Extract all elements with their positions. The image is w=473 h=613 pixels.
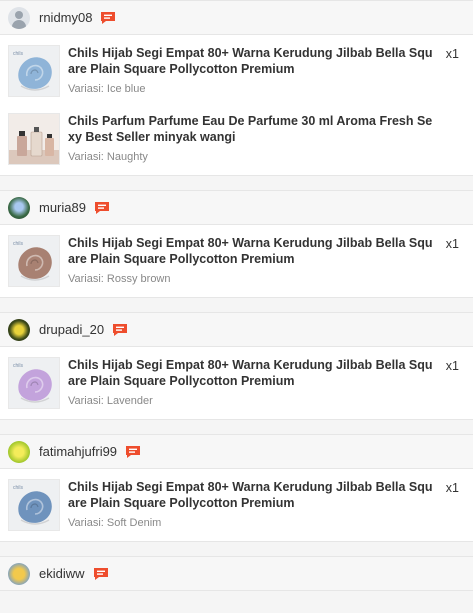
order-card: rnidmy08 chils Chils Hijab Segi Empat 80+ … [0,0,473,176]
order-item[interactable]: chils Chils Hijab Segi Empat 80+ Warna Ke… [0,469,473,541]
order-header: muria89 [0,190,473,225]
order-list: rnidmy08 chils Chils Hijab Segi Empat 80+ … [0,0,473,591]
order-items: chils Chils Hijab Segi Empat 80+ Warna Ke… [0,347,473,420]
product-variant: Variasi: Soft Denim [68,517,162,529]
chat-icon[interactable] [100,11,116,25]
order-card: drupadi_20chils Chils Hijab Segi Empat 80… [0,312,473,420]
avatar-icon[interactable] [8,196,30,219]
product-quantity: x1 [445,237,459,251]
chat-icon[interactable] [94,201,110,215]
product-variant: Variasi: Ice blue [68,83,146,95]
chat-icon[interactable] [125,445,141,459]
order-header: rnidmy08 [0,0,473,35]
order-items: chils Chils Hijab Segi Empat 80+ Warna Ke… [0,35,473,176]
order-item[interactable]: chils Chils Hijab Segi Empat 80+ Warna Ke… [0,347,473,419]
product-quantity: x1 [445,481,459,495]
product-thumbnail[interactable]: chils [8,45,60,97]
product-info: Chils Hijab Segi Empat 80+ Warna Kerudun… [68,45,465,97]
order-item[interactable]: chils Chils Hijab Segi Empat 80+ Warna Ke… [0,225,473,297]
buyer-username[interactable]: fatimahjufri99 [39,444,117,459]
product-quantity: x1 [445,47,459,61]
product-thumbnail[interactable]: chils [8,235,60,287]
buyer-username[interactable]: rnidmy08 [39,10,92,25]
product-title[interactable]: Chils Hijab Segi Empat 80+ Warna Kerudun… [68,479,435,511]
product-thumbnail[interactable]: chils [8,479,60,531]
order-card: muria89 chils Chils Hijab Segi Empat 80+ W… [0,190,473,298]
product-thumbnail[interactable] [8,113,60,165]
avatar-icon[interactable] [8,318,30,341]
product-title[interactable]: Chils Hijab Segi Empat 80+ Warna Kerudun… [68,45,435,77]
product-info: Chils Hijab Segi Empat 80+ Warna Kerudun… [68,357,465,409]
svg-text:chils: chils [13,51,24,57]
product-info: Chils Hijab Segi Empat 80+ Warna Kerudun… [68,235,465,287]
buyer-username[interactable]: ekidiww [39,566,85,581]
product-title[interactable]: Chils Hijab Segi Empat 80+ Warna Kerudun… [68,235,435,267]
order-header: ekidiww [0,556,473,591]
order-card: ekidiww [0,556,473,591]
order-items: chils Chils Hijab Segi Empat 80+ Warna Ke… [0,225,473,298]
avatar-icon[interactable] [8,440,30,463]
svg-text:chils: chils [13,363,24,369]
product-title[interactable]: Chils Hijab Segi Empat 80+ Warna Kerudun… [68,357,435,389]
product-thumbnail[interactable]: chils [8,357,60,409]
product-variant: Variasi: Naughty [68,151,148,163]
product-info: Chils Hijab Segi Empat 80+ Warna Kerudun… [68,479,465,531]
buyer-username[interactable]: muria89 [39,200,86,215]
chat-icon[interactable] [112,323,128,337]
order-item[interactable]: Chils Parfum Parfume Eau De Parfume 30 m… [0,107,473,175]
order-items: chils Chils Hijab Segi Empat 80+ Warna Ke… [0,469,473,542]
order-header: fatimahjufri99 [0,434,473,469]
order-card: fatimahjufri99 chils Chils Hijab Segi Empa… [0,434,473,542]
product-title[interactable]: Chils Parfum Parfume Eau De Parfume 30 m… [68,113,435,145]
order-item[interactable]: chils Chils Hijab Segi Empat 80+ Warna Ke… [0,35,473,107]
buyer-username[interactable]: drupadi_20 [39,322,104,337]
product-quantity: x1 [445,359,459,373]
svg-text:chils: chils [13,241,24,247]
avatar-icon[interactable] [8,6,30,29]
avatar-icon[interactable] [8,562,30,585]
product-variant: Variasi: Lavender [68,395,153,407]
product-info: Chils Parfum Parfume Eau De Parfume 30 m… [68,113,465,165]
chat-icon[interactable] [93,567,109,581]
product-variant: Variasi: Rossy brown [68,273,171,285]
order-header: drupadi_20 [0,312,473,347]
svg-text:chils: chils [13,485,24,491]
